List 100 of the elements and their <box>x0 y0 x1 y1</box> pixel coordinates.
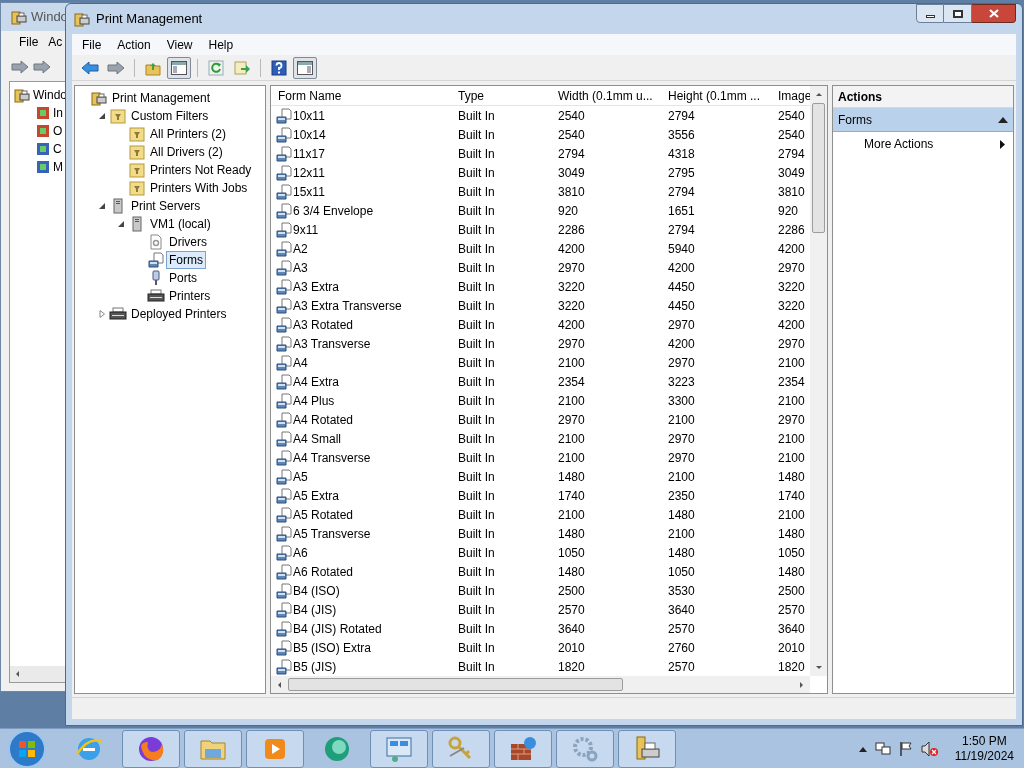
tree-item[interactable]: Printers <box>166 287 214 305</box>
tree-item[interactable]: Print Management <box>109 89 214 107</box>
form-name-cell[interactable]: A4 Rotated <box>293 410 354 429</box>
form-name-cell[interactable]: A5 Rotated <box>293 505 354 524</box>
form-name-cell[interactable]: 15x11 <box>293 182 325 201</box>
tree-item[interactable]: All Printers (2) <box>147 125 229 143</box>
collapsed-triangle-icon[interactable] <box>98 310 106 318</box>
tree-item[interactable]: Print Servers <box>128 197 204 215</box>
form-name-cell[interactable]: A4 <box>293 353 308 372</box>
taskbar-button[interactable] <box>184 729 242 768</box>
maximize-button[interactable] <box>944 4 972 23</box>
flag-icon[interactable] <box>898 740 913 757</box>
form-name-cell[interactable]: 10x11 <box>293 106 325 125</box>
form-name-cell[interactable]: B4 (JIS) Rotated <box>293 619 382 638</box>
tree-item[interactable]: All Drivers (2) <box>147 143 226 161</box>
scrollbar-thumb[interactable] <box>288 678 623 691</box>
table-cell-text: 1480 <box>667 506 696 524</box>
speaker-muted-icon[interactable] <box>920 740 939 757</box>
table-cell-text: 2286 <box>777 221 806 239</box>
tree-item[interactable]: Printers Not Ready <box>147 161 255 179</box>
menu-item[interactable]: Ac <box>48 33 63 51</box>
form-name-cell[interactable]: A3 Extra Transverse <box>293 296 402 315</box>
tree-item[interactable]: Ports <box>166 269 200 287</box>
form-name-cell[interactable]: B4 (ISO) <box>293 581 340 600</box>
form-name-cell[interactable]: A4 Extra <box>293 372 340 391</box>
tree-item[interactable]: In <box>53 104 63 122</box>
tree-item[interactable]: Forms <box>166 251 206 269</box>
column-header[interactable]: Form Name <box>278 86 458 105</box>
tree-item[interactable]: VM1 (local) <box>147 215 214 233</box>
scroll-down-arrow-icon[interactable] <box>814 663 823 672</box>
column-header[interactable]: Type <box>458 86 558 105</box>
form-name-cell[interactable]: 12x11 <box>293 163 325 182</box>
column-header[interactable]: Width (0.1mm u... <box>558 86 668 105</box>
close-button[interactable] <box>972 4 1016 23</box>
menu-item[interactable]: View <box>160 35 199 54</box>
scroll-up-arrow-icon[interactable] <box>814 90 823 99</box>
network-icon[interactable] <box>874 740 891 757</box>
menu-item[interactable]: Help <box>202 35 240 54</box>
form-name-cell[interactable]: B5 (JIS) <box>293 657 337 676</box>
vertical-scrollbar[interactable] <box>810 86 827 676</box>
menu-item[interactable]: File <box>76 35 108 54</box>
tree-item[interactable]: C <box>53 140 62 158</box>
taskbar-button[interactable] <box>370 729 428 768</box>
scroll-right-arrow-icon[interactable] <box>797 680 806 689</box>
form-name-cell[interactable]: A6 <box>293 543 308 562</box>
minimize-button[interactable] <box>916 4 944 23</box>
scrollbar-thumb[interactable] <box>812 103 825 233</box>
form-name-cell[interactable]: 9x11 <box>293 220 319 239</box>
taskbar-button[interactable] <box>246 729 304 768</box>
form-name-cell[interactable]: A2 <box>293 239 308 258</box>
taskbar-button[interactable] <box>494 729 552 768</box>
taskbar-button[interactable] <box>618 729 676 768</box>
taskbar-button[interactable] <box>556 729 614 768</box>
form-name-cell[interactable]: 10x14 <box>293 125 326 144</box>
tree-item[interactable]: O <box>53 122 63 140</box>
column-header[interactable]: Image <box>778 86 810 105</box>
tree-item[interactable]: Drivers <box>166 233 210 251</box>
horizontal-scrollbar[interactable] <box>271 676 810 693</box>
table-cell-text: Built In <box>457 316 496 334</box>
toolbar-button[interactable] <box>293 56 317 79</box>
form-name-cell[interactable]: A4 Plus <box>293 391 335 410</box>
scroll-left-arrow-icon[interactable] <box>14 670 22 678</box>
expanded-triangle-icon[interactable] <box>98 112 106 120</box>
tree-item[interactable]: M <box>53 158 63 176</box>
menu-item[interactable]: Action <box>111 35 157 54</box>
action-link[interactable]: More Actions <box>864 135 1000 153</box>
taskbar-button[interactable] <box>122 729 180 768</box>
form-name-cell[interactable]: B4 (JIS) <box>293 600 337 619</box>
table-cell-text: 3220 <box>777 278 806 296</box>
column-header[interactable]: Height (0.1mm ... <box>668 86 778 105</box>
form-name-cell[interactable]: A3 Rotated <box>293 315 354 334</box>
form-name-cell[interactable]: A3 Transverse <box>293 334 371 353</box>
start-button[interactable] <box>8 729 46 768</box>
form-name-cell[interactable]: A6 Rotated <box>293 562 354 581</box>
form-icon <box>276 240 292 257</box>
table-cell-text: 2540 <box>777 126 806 144</box>
expanded-triangle-icon[interactable] <box>98 202 106 210</box>
tree-item[interactable]: Deployed Printers <box>128 305 230 323</box>
toolbar-button[interactable] <box>167 56 191 79</box>
show-hidden-icons-icon[interactable] <box>858 745 867 752</box>
form-name-cell[interactable]: A5 Extra <box>293 486 340 505</box>
form-name-cell[interactable]: A5 Transverse <box>293 524 371 543</box>
table-cell-text: 2350 <box>667 487 696 505</box>
form-name-cell[interactable]: A4 Small <box>293 429 342 448</box>
form-name-cell[interactable]: A4 Transverse <box>293 448 371 467</box>
form-name-cell[interactable]: B5 (ISO) Extra <box>293 638 372 657</box>
expanded-triangle-icon[interactable] <box>117 220 125 228</box>
tree-item[interactable]: Custom Filters <box>128 107 212 125</box>
table-cell-text: Built In <box>457 392 496 410</box>
table-cell-text: Built In <box>457 145 496 163</box>
tree-item[interactable]: Printers With Jobs <box>147 179 251 197</box>
form-name-cell[interactable]: 6 3/4 Envelope <box>293 201 374 220</box>
form-name-cell[interactable]: A3 <box>293 258 308 277</box>
form-name-cell[interactable]: A3 Extra <box>293 277 340 296</box>
form-name-cell[interactable]: 11x17 <box>293 144 325 163</box>
menu-item[interactable]: File <box>19 33 39 51</box>
form-name-cell[interactable]: A5 <box>293 467 308 486</box>
actions-section-header[interactable]: Forms <box>833 108 1013 132</box>
taskbar-button[interactable] <box>432 729 490 768</box>
tree-item[interactable]: Windo <box>33 86 67 104</box>
